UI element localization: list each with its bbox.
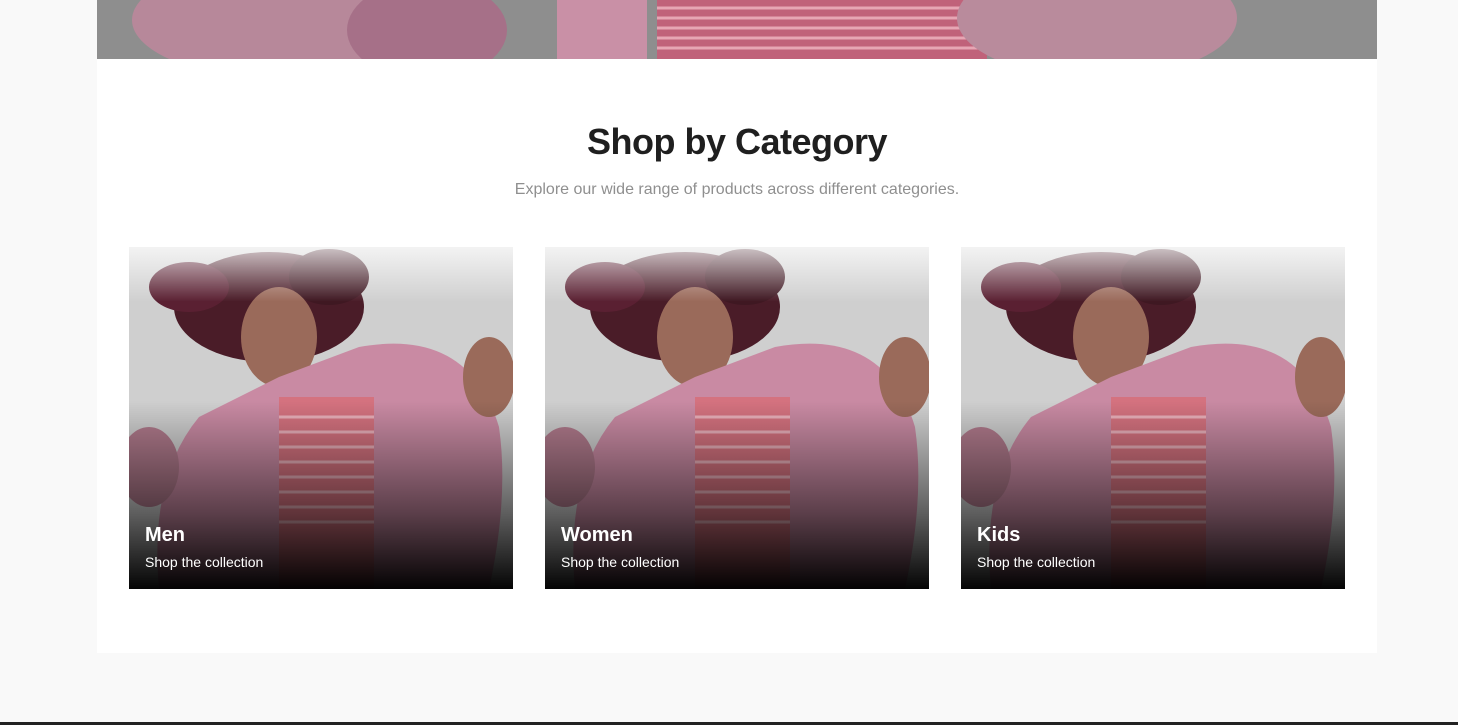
section-subtitle: Explore our wide range of products acros… (514, 181, 960, 198)
category-cta[interactable]: Shop the collection (145, 554, 263, 570)
category-card-kids[interactable]: Kids Shop the collection (961, 247, 1345, 589)
hero-banner-image (97, 0, 1377, 59)
category-title: Kids (977, 524, 1021, 546)
shop-by-category-section: Shop by Category Explore our wide range … (97, 59, 1377, 653)
category-cta[interactable]: Shop the collection (561, 554, 679, 570)
category-card-men[interactable]: Men Shop the collection (129, 247, 513, 589)
section-title: Shop by Category (586, 121, 888, 162)
category-card-women[interactable]: Women Shop the collection (545, 247, 929, 589)
category-title: Men (145, 524, 185, 546)
category-title: Women (561, 524, 633, 546)
category-cta[interactable]: Shop the collection (977, 554, 1095, 570)
